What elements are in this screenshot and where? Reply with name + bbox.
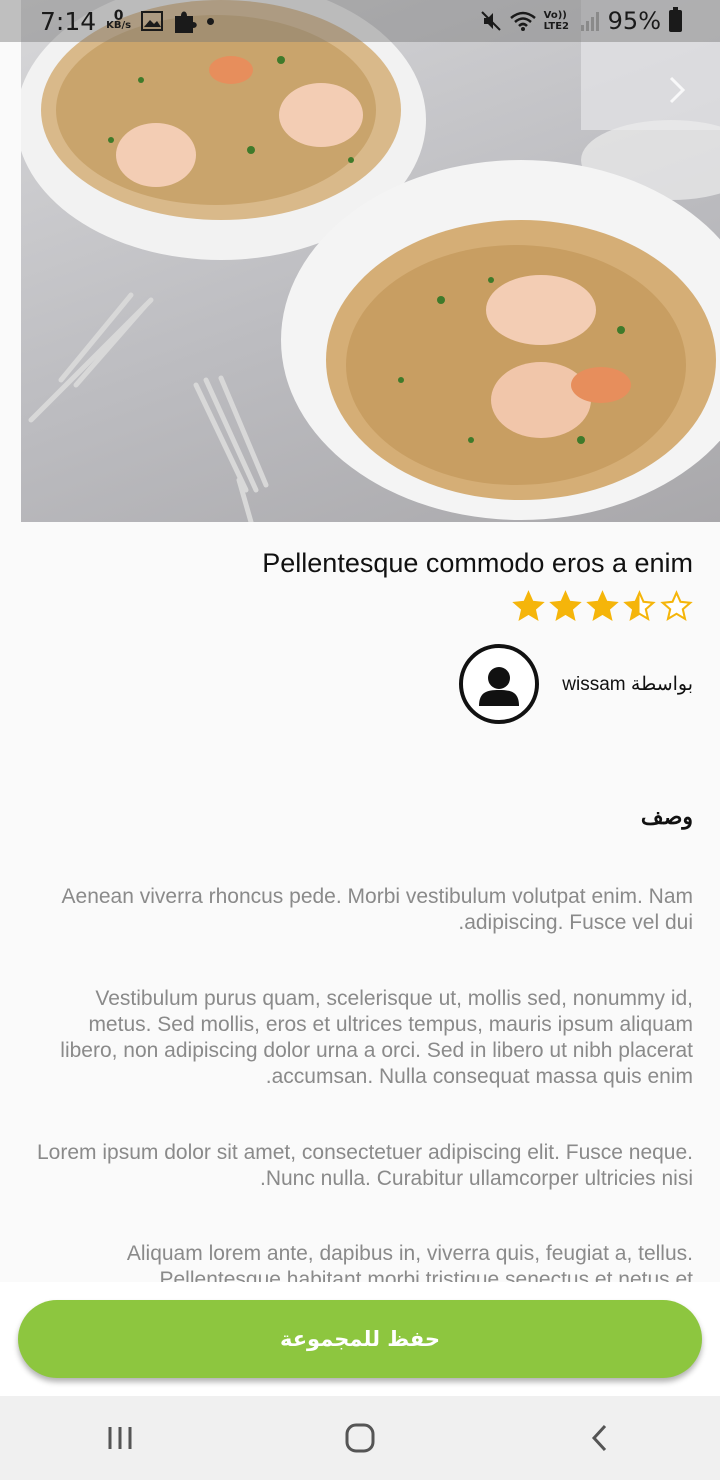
network-label: Vo)) LTE2: [543, 10, 569, 32]
battery-icon: [669, 7, 682, 32]
mute-icon: [480, 11, 501, 31]
status-time: 7:14: [40, 6, 97, 36]
puzzle-icon: [175, 11, 197, 33]
back-button[interactable]: [570, 1408, 630, 1468]
signal-icon: [580, 12, 599, 31]
author-avatar[interactable]: [459, 644, 539, 724]
notification-dot: [207, 17, 215, 25]
star-filled-icon[interactable]: [549, 590, 582, 623]
gallery-icon: [141, 11, 164, 31]
home-button[interactable]: [330, 1408, 390, 1468]
save-to-collection-button[interactable]: حفظ للمجموعة: [18, 1300, 702, 1378]
net-speed-unit: KB/s: [106, 20, 132, 31]
save-bar: حفظ للمجموعة: [0, 1282, 720, 1396]
recent-apps-icon: [108, 1427, 132, 1449]
recipe-title: Pellentesque commodo eros a enim: [262, 548, 693, 578]
recent-apps-button[interactable]: [90, 1408, 150, 1468]
star-half-icon[interactable]: [623, 590, 656, 623]
user-circle-icon: [479, 667, 519, 706]
star-filled-icon[interactable]: [586, 590, 619, 623]
description-heading: وصف: [640, 804, 693, 829]
rating-stars[interactable]: [512, 590, 693, 623]
star-empty-icon[interactable]: [660, 590, 693, 623]
star-filled-icon[interactable]: [512, 590, 545, 623]
description-paragraph: Lorem ipsum dolor sit amet, consectetuer…: [37, 1141, 693, 1190]
home-icon: [345, 1423, 375, 1453]
back-icon: [591, 1424, 607, 1452]
wifi-icon: [509, 11, 536, 31]
status-bar: 7:14 0 KB/s Vo)) LTE2 95%: [0, 0, 720, 42]
net-speed: 0 KB/s: [106, 9, 132, 31]
system-nav-bar: [0, 1396, 720, 1480]
author-label[interactable]: بواسطة wissam: [562, 673, 693, 696]
description-paragraph: Aenean viverra rhoncus pede. Morbi vesti…: [61, 885, 693, 934]
recipe-hero-image: [21, 0, 720, 522]
battery-percent: 95%: [607, 7, 661, 35]
description-paragraph: Vestibulum purus quam, scelerisque ut, m…: [60, 987, 693, 1088]
